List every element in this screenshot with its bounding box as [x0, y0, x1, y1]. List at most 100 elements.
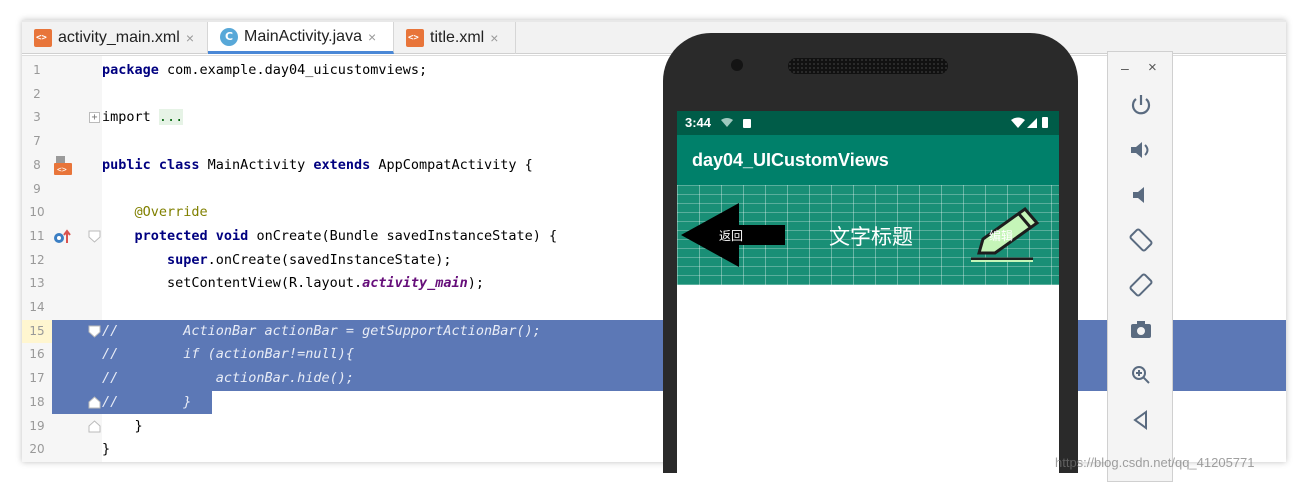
notification-icons [721, 118, 751, 128]
edit-button[interactable]: 编辑 [967, 205, 1049, 265]
code-line[interactable]: 12 super.onCreate(savedInstanceState); [22, 249, 1286, 273]
code-line[interactable]: 10 @Override [22, 201, 1286, 225]
code-line[interactable]: 11 protected void onCreate(Bundle savedI… [22, 225, 1286, 249]
code-text: @Override [102, 201, 208, 225]
code-text: } [102, 417, 143, 434]
code-text: protected void onCreate(Bundle savedInst… [102, 225, 558, 249]
line-number: 18 [22, 390, 52, 415]
commented-code: // } [102, 393, 192, 410]
line-number: 12 [29, 252, 45, 267]
volume-up-icon[interactable] [1128, 137, 1154, 163]
status-bar: 3:44 [677, 111, 1059, 135]
code-line[interactable]: 7 [22, 130, 1286, 154]
keyword: extends [313, 156, 371, 173]
code-token: onCreate(Bundle savedInstanceState) { [248, 227, 558, 244]
line-number: 13 [29, 276, 45, 291]
back-label: 返回 [719, 229, 744, 243]
line-number: 17 [22, 367, 52, 391]
code-line[interactable]: 9 [22, 178, 1286, 202]
phone-screen[interactable]: 3:44 day04_UICustomViews 返回 文字标题 编辑 [677, 111, 1059, 473]
status-time: 3:44 [685, 115, 712, 130]
close-icon[interactable]: × [186, 30, 194, 46]
code-token: AppCompatActivity { [370, 156, 533, 173]
line-number: 16 [22, 343, 52, 368]
edit-label: 编辑 [989, 229, 1014, 243]
code-line[interactable]: 13 setContentView(R.layout.activity_main… [22, 272, 1286, 296]
line-number: 10 [29, 205, 45, 220]
editor-tab-bar: activity_main.xml × C MainActivity.java … [22, 22, 1286, 54]
camera-icon[interactable] [1128, 317, 1154, 343]
xml-file-icon [406, 29, 424, 47]
rotate-left-icon[interactable] [1128, 227, 1154, 253]
keyword: package [102, 62, 159, 78]
tab-activity-main-xml[interactable]: activity_main.xml × [22, 22, 208, 54]
code-line[interactable]: 2 [22, 83, 1286, 107]
front-camera [731, 59, 743, 71]
code-line[interactable]: 14 [22, 296, 1286, 320]
line-number: 3 [33, 110, 41, 125]
annotation: @Override [134, 204, 208, 221]
related-layout-xml-icon[interactable]: <> [52, 155, 74, 176]
line-number: 15 [22, 319, 52, 344]
svg-text:<>: <> [57, 165, 67, 174]
fold-collapse-icon[interactable] [88, 230, 101, 243]
override-marker-icon[interactable] [52, 229, 72, 245]
code-text: super.onCreate(savedInstanceState); [102, 249, 451, 273]
code-line-selected[interactable]: 15 // ActionBar actionBar = getSupportAc… [22, 319, 1286, 344]
fold-collapse-icon[interactable] [88, 325, 101, 338]
fold-expand-icon[interactable]: + [89, 112, 100, 124]
ide-window: activity_main.xml × C MainActivity.java … [22, 20, 1286, 462]
minimize-button[interactable]: – [1121, 60, 1129, 76]
code-text: public class MainActivity extends AppCom… [102, 154, 533, 178]
back-button[interactable]: 返回 [681, 203, 793, 267]
code-line-selected[interactable]: 17 // actionBar.hide(); [22, 367, 1286, 391]
speaker-grille [788, 58, 948, 74]
emulator-toolbar: – × [1107, 51, 1173, 482]
tab-label: activity_main.xml [58, 29, 180, 46]
code-editor[interactable]: 1 package com.example.day04_uicustomview… [22, 56, 1286, 462]
title-text: 文字标题 [829, 225, 913, 249]
signal-battery-icon [1011, 117, 1048, 128]
tab-label: MainActivity.java [244, 27, 362, 45]
tab-main-activity-java[interactable]: C MainActivity.java × [208, 22, 394, 54]
line-number: 11 [29, 228, 45, 243]
back-triangle-icon[interactable] [1128, 407, 1154, 433]
emulator-phone: 3:44 day04_UICustomViews 返回 文字标题 编辑 [663, 33, 1078, 473]
code-line[interactable]: 8 <> public class MainActivity extends A… [22, 154, 1286, 178]
code-line-selected[interactable]: 18 // } [22, 390, 212, 415]
code-token: MainActivity [199, 156, 314, 173]
code-token: com.example.day04_uicustomviews; [158, 62, 428, 78]
keyword: public class [102, 156, 200, 173]
close-icon[interactable]: × [490, 30, 498, 46]
fold-end-icon[interactable] [88, 396, 101, 409]
custom-title-bar: 返回 文字标题 编辑 [677, 185, 1059, 285]
app-title: day04_UICustomViews [692, 150, 889, 170]
line-number: 20 [29, 442, 45, 457]
line-number: 7 [33, 134, 41, 149]
code-token: ); [467, 275, 485, 292]
rotate-right-icon[interactable] [1128, 272, 1154, 298]
close-button[interactable]: × [1148, 59, 1157, 76]
code-line[interactable]: 19 } [22, 415, 1286, 439]
watermark: https://blog.csdn.net/qq_41205771 [1055, 455, 1255, 470]
code-text: } [102, 441, 111, 458]
commented-code: // ActionBar actionBar = getSupportActio… [102, 322, 541, 339]
keyword: import [102, 109, 151, 126]
power-icon[interactable] [1128, 92, 1154, 118]
code-text: package com.example.day04_uicustomviews; [102, 59, 427, 83]
code-line[interactable]: 3 + import ... [22, 106, 1286, 130]
code-line[interactable]: 1 package com.example.day04_uicustomview… [22, 59, 1286, 83]
close-icon[interactable]: × [368, 29, 376, 45]
code-line-selected[interactable]: 16 // if (actionBar!=null){ [22, 343, 1286, 368]
code-text: import ... [102, 106, 184, 130]
code-token: setContentView(R.layout. [167, 275, 363, 292]
volume-down-icon[interactable] [1128, 182, 1154, 208]
fold-end-icon[interactable] [88, 419, 101, 433]
folded-imports[interactable]: ... [158, 109, 184, 126]
line-number: 8 [33, 157, 41, 172]
line-number: 19 [29, 418, 45, 433]
tab-title-xml[interactable]: title.xml × [394, 22, 516, 54]
zoom-icon[interactable] [1128, 362, 1154, 388]
keyword: protected void [134, 227, 249, 244]
commented-code: // if (actionBar!=null){ [102, 346, 354, 363]
